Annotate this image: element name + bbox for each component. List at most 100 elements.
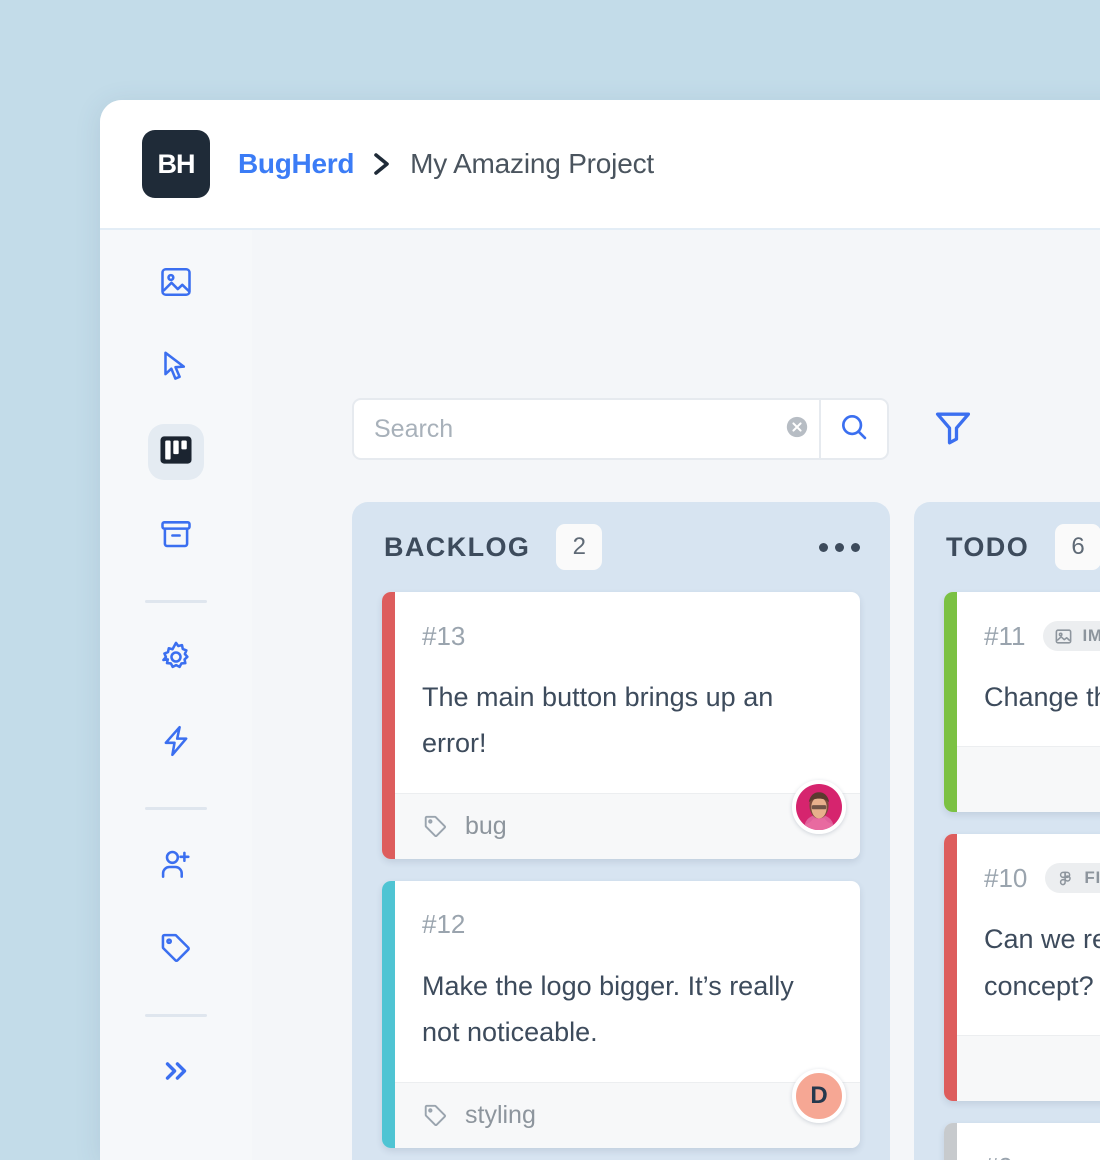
sidebar-divider-2 [145,807,207,810]
card-header: #12 [422,907,832,943]
body-area: BACKLOG 2 #13 The main button brings up an … [100,230,1100,1160]
ellipsis-icon [819,542,828,552]
card-id: #11 [984,620,1026,651]
card-tag[interactable]: styling [422,1101,536,1130]
column-card-list: #13 The main button brings up an error! bu… [352,592,890,1148]
kanban-board: BACKLOG 2 #13 The main button brings up an … [352,502,1100,1160]
double-chevron-right-icon [159,1054,193,1093]
card-id: #13 [422,620,466,651]
search-submit-button[interactable] [819,400,887,458]
sidebar-item-expand[interactable] [148,1045,204,1101]
task-card[interactable]: #9New copy for the about page [944,1123,1100,1160]
card-footer: styling D [395,1068,860,1148]
kanban-board-icon [157,431,195,474]
card-footer [957,746,1100,813]
kanban-column: BACKLOG 2 #13 The main button brings up an … [352,502,890,1160]
filter-funnel-icon [931,405,975,454]
column-title: TODO [946,531,1030,562]
card-priority-stripe [382,592,395,859]
card-body: #13 The main button brings up an error! [382,592,860,793]
sidebar-item-tags[interactable] [148,922,204,978]
column-menu-button[interactable] [819,542,860,552]
card-footer: bug [395,779,860,859]
card-source-badge: FIGMA [1045,863,1100,894]
sidebar-item-screenshots[interactable] [148,256,204,312]
sidebar-divider-1 [145,600,207,603]
card-title: The main button brings up an error! [422,682,774,759]
card-header: #11 IMAGE [984,618,1100,654]
ellipsis-icon [835,542,844,552]
card-id: #10 [984,862,1028,893]
sidebar-item-invite-member[interactable] [148,838,204,894]
card-body: #9New copy for the about page [944,1123,1100,1160]
figma-badge-icon [1056,869,1075,888]
card-tag-label: bug [465,811,507,840]
task-card[interactable]: #13 The main button brings up an error! bu… [382,592,860,859]
column-count-badge: 6 [1055,524,1100,570]
image-icon [158,264,194,305]
avatar[interactable]: D [792,1068,846,1123]
image-badge-icon [1054,627,1073,646]
cursor-arrow-icon [158,348,194,389]
breadcrumb-brand-link[interactable]: BugHerd [238,148,354,180]
add-person-icon [158,846,194,887]
card-tag-label: styling [465,1100,536,1129]
search-bar[interactable] [352,398,889,460]
card-header: #10 FIGMA [984,860,1100,896]
archive-box-icon [158,516,194,557]
card-header: #9 [984,1149,1100,1160]
sidebar-item-archive[interactable] [148,508,204,564]
column-card-list: #11 IMAGE Change the hero image #10 FIGMA Can… [914,592,1100,1160]
tag-icon [158,930,194,971]
sidebar-item-settings[interactable] [148,631,204,687]
card-title: Make the logo bigger. It’s really not no… [422,970,794,1048]
sidebar-item-kanban[interactable] [148,424,204,480]
app-window: BH BugHerd My Amazing Project Search BAC… [100,100,1100,1160]
sidebar-divider-3 [145,1014,207,1017]
filter-button[interactable] [929,405,977,453]
card-body: #10 FIGMA Can we revert back to the first … [944,834,1100,1035]
sidebar-item-integrations[interactable] [148,715,204,771]
avatar[interactable] [792,779,846,834]
card-body: #11 IMAGE Change the hero image [944,592,1100,746]
kanban-column: TODO 6 #11 IMAGE Change the hero image #10 FIG… [914,502,1100,1160]
ellipsis-icon [851,542,860,552]
toolbar [352,398,977,460]
sidebar-item-select[interactable] [148,340,204,396]
search-icon [838,411,870,448]
top-bar: BH BugHerd My Amazing Project [100,100,1100,230]
breadcrumb-project[interactable]: My Amazing Project [410,148,654,180]
card-body: #12 Make the logo bigger. It’s really not… [382,881,860,1082]
card-priority-stripe [944,834,957,1102]
tag-icon [422,813,449,840]
task-card[interactable]: #11 IMAGE Change the hero image [944,592,1100,813]
card-priority-stripe [944,1123,957,1160]
lightning-bolt-icon [158,723,194,764]
card-priority-stripe [382,880,395,1148]
card-source-badge-label: IMAGE [1082,626,1100,645]
left-rail [100,230,252,1160]
avatar-photo [796,780,842,834]
clear-search-button[interactable] [775,400,819,458]
breadcrumb: BugHerd My Amazing Project [238,148,654,180]
gear-icon [158,639,194,680]
column-title: BACKLOG [384,531,531,562]
card-id: #12 [422,909,466,940]
card-tag[interactable]: bug [422,812,507,841]
card-header: #13 [422,618,832,654]
column-header: BACKLOG 2 [352,502,890,592]
task-card[interactable]: #12 Make the logo bigger. It’s really not… [382,880,860,1148]
card-source-badge: IMAGE [1043,621,1100,651]
clear-circle-icon [784,414,810,445]
card-id: #9 [984,1152,1013,1160]
chevron-right-icon [371,150,393,178]
bugherd-logo[interactable]: BH [142,130,210,198]
avatar-initial: D [810,1081,828,1109]
search-input[interactable] [354,414,775,444]
task-card[interactable]: #10 FIGMA Can we revert back to the first … [944,834,1100,1102]
card-source-badge-label: FIGMA [1084,868,1100,888]
column-header: TODO 6 [914,502,1100,592]
logo-text: BH [157,148,196,179]
card-footer [957,1035,1100,1102]
tag-icon [422,1102,449,1129]
